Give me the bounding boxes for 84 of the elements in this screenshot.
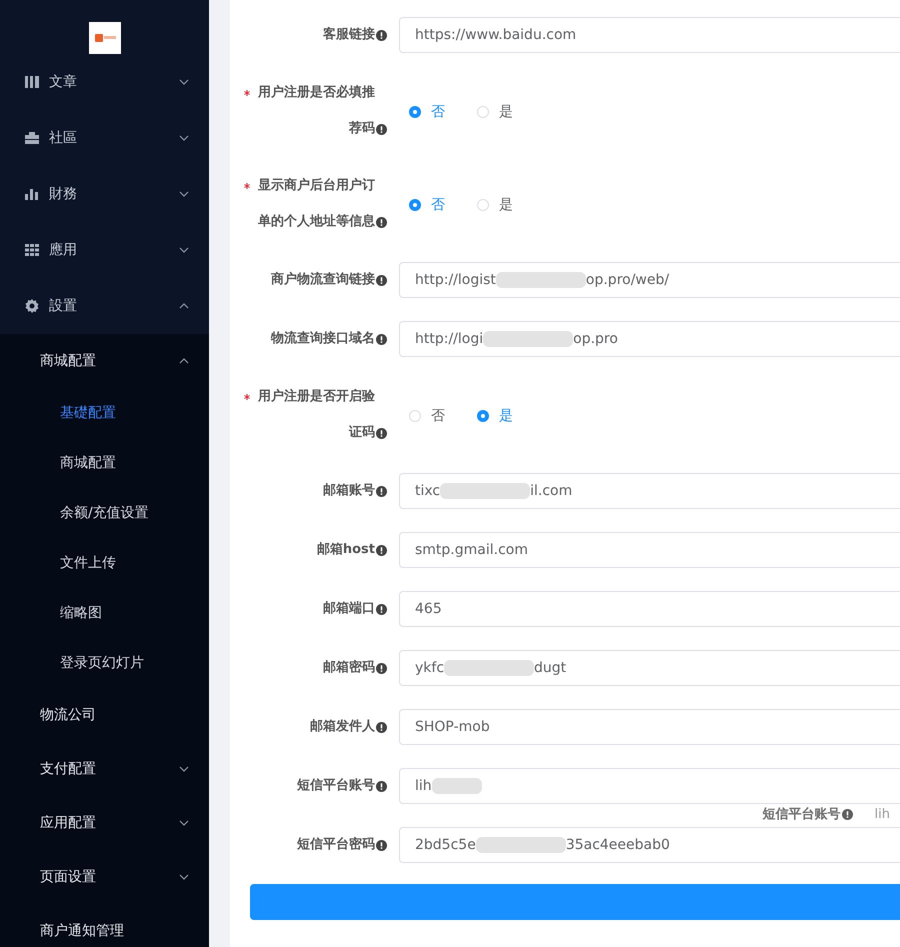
radio-option[interactable]: 是 (477, 406, 521, 424)
field-value: SHOP-mob (415, 719, 490, 735)
field-value: 35ac4eeebab0 (566, 837, 670, 853)
info-icon (376, 722, 387, 732)
menu-item[interactable]: 页面设置 (0, 850, 209, 904)
form-label: 用户注册是否开启验证码 (257, 388, 375, 442)
field-value: lih (874, 806, 890, 822)
menu-item[interactable]: 物流公司 (0, 688, 209, 742)
field-value: smtp.gmail.com (415, 542, 528, 558)
text-field[interactable]: 465 (399, 591, 900, 627)
field-value: dugt (534, 660, 566, 676)
menu-item[interactable]: 文件上传 (0, 538, 209, 588)
menu-item[interactable]: 應用 (0, 222, 209, 278)
form-label: 显示商户后台用户订单的个人地址等信息 (257, 176, 375, 231)
info-icon (376, 604, 387, 614)
form-label: 短信平台账号 (297, 777, 375, 795)
radio-option[interactable]: 否 (409, 406, 453, 424)
form-label: 客服链接 (323, 26, 375, 44)
form-label: 邮箱账号 (323, 482, 375, 500)
text-field[interactable]: smtp.gmail.com (399, 532, 900, 568)
text-field[interactable]: http://logist op.pro/web/ (399, 262, 900, 298)
info-icon (376, 840, 387, 850)
menu-item[interactable]: 支付配置 (0, 742, 209, 796)
menu-item[interactable]: 財務 (0, 166, 209, 222)
field-value: lih (415, 778, 432, 794)
info-icon (376, 544, 387, 556)
info-icon (376, 780, 387, 792)
menu-item[interactable]: 缩略图 (0, 588, 209, 638)
radio-option[interactable]: 是 (477, 196, 521, 214)
info-icon (376, 30, 387, 40)
menu-item[interactable]: 登录页幻灯片 (0, 638, 209, 688)
field-value: ykfc (415, 660, 444, 676)
menu-item[interactable]: 商城配置 (0, 334, 209, 388)
menu-item[interactable]: 設置 (0, 278, 209, 334)
info-icon (376, 217, 387, 228)
field-value: 465 (415, 601, 442, 617)
field-value: 2bd5c5e (415, 837, 476, 853)
submit-button[interactable] (250, 884, 900, 920)
text-field[interactable]: ykfc dugt (399, 650, 900, 686)
settings-icon (24, 298, 40, 314)
briefcase-icon (24, 130, 40, 146)
menu-item[interactable]: 商城配置 (0, 438, 209, 488)
field-value: op.pro/web/ (586, 272, 670, 288)
info-icon (376, 662, 387, 674)
radio-option[interactable]: 否 (409, 196, 453, 214)
field-value: https://www.baidu.com (415, 27, 576, 43)
menu-item[interactable]: 文章 (0, 54, 209, 110)
form-label: 邮箱host (316, 541, 375, 559)
info-icon (376, 428, 387, 439)
field-value: http://logi (415, 331, 484, 347)
form-label: 邮箱发件人 (310, 718, 375, 736)
menu-item[interactable]: 应用配置 (0, 796, 209, 850)
menu-item[interactable]: 社區 (0, 110, 209, 166)
field-value: http://logist (415, 272, 496, 288)
text-field[interactable]: lih (399, 768, 900, 804)
form-label: 短信平台密码 (297, 836, 375, 854)
radio-option[interactable]: 是 (477, 102, 521, 120)
info-icon (376, 334, 387, 344)
field-value: tixc (415, 483, 440, 499)
columns-icon (24, 74, 40, 90)
text-field[interactable]: tixc il.com (399, 473, 900, 509)
info-icon (376, 124, 387, 135)
info-icon (376, 274, 387, 286)
radio-option[interactable]: 否 (409, 102, 453, 120)
text-field[interactable]: http://logi op.pro (399, 321, 900, 357)
text-field[interactable]: 2bd5c5e 35ac4eeebab0 (399, 827, 900, 863)
form-label: 短信平台账号 (762, 806, 841, 823)
field-value: op.pro (573, 331, 618, 347)
menu-item[interactable]: 基礎配置 (0, 388, 209, 438)
bar-chart-icon (24, 186, 40, 202)
info-icon (376, 486, 387, 496)
info-icon (842, 808, 853, 820)
logo-icon (88, 22, 120, 54)
form-label: 邮箱端口 (323, 600, 375, 618)
field-value: il.com (530, 483, 572, 499)
menu-item[interactable]: 余额/充值设置 (0, 488, 209, 538)
form-label: 物流查询接口域名 (271, 330, 375, 348)
text-field[interactable]: https://www.baidu.com (399, 17, 900, 53)
form-label: 商户物流查询链接 (271, 270, 375, 289)
text-field[interactable]: SHOP-mob (399, 709, 900, 745)
form-label: 邮箱密码 (323, 658, 375, 677)
grid-icon (24, 242, 40, 258)
form-label: 用户注册是否必填推荐码 (257, 84, 375, 138)
menu-item[interactable]: 商户通知管理 (0, 904, 209, 947)
